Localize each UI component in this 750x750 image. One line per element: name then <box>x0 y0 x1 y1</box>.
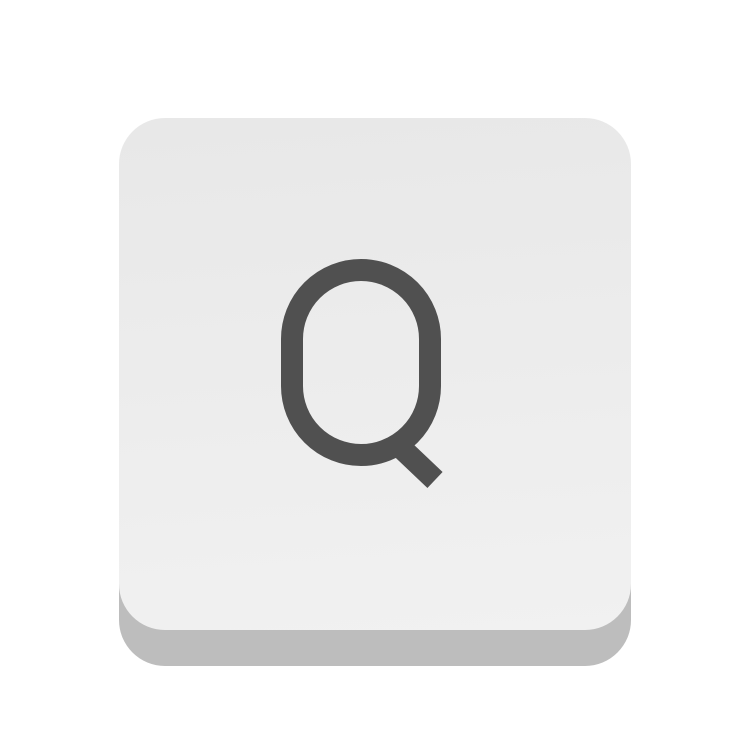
key-face <box>119 118 631 630</box>
q-letter-icon <box>281 259 443 488</box>
key-icon-canvas <box>0 0 750 750</box>
q-key-button[interactable] <box>119 118 631 666</box>
